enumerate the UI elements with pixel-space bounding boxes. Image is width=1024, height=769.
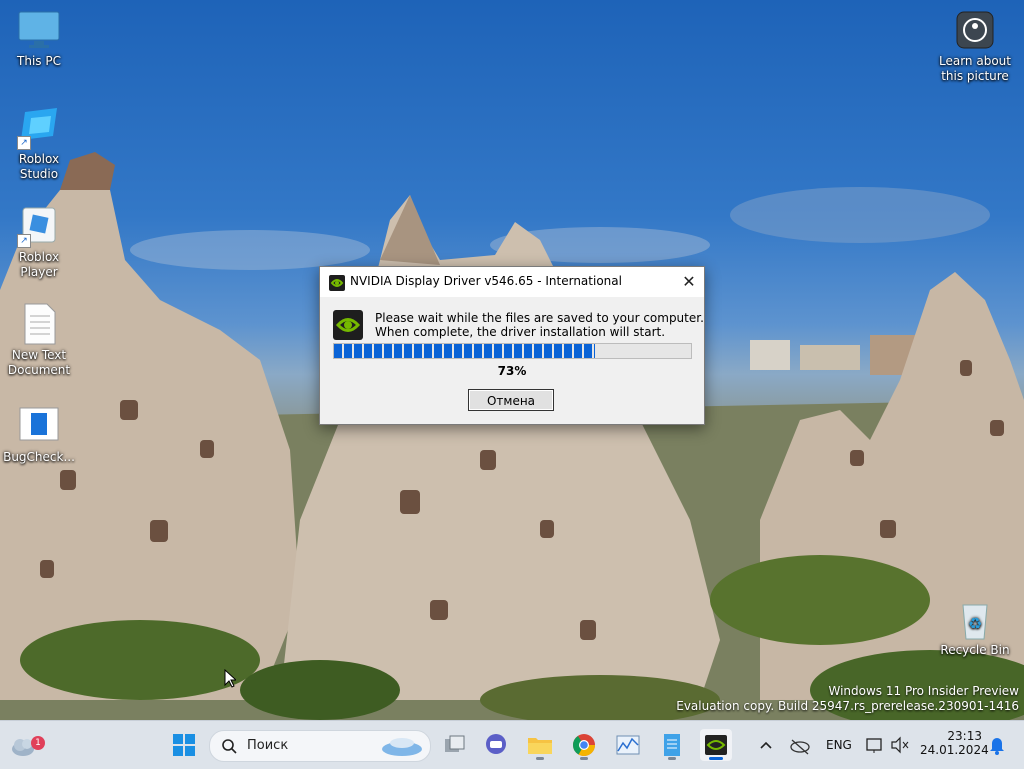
- clock-time: 23:13: [947, 729, 982, 743]
- text-document-icon: [17, 302, 61, 346]
- windows-watermark: Windows 11 Pro Insider Preview Evaluatio…: [676, 684, 1019, 714]
- desktop-icon-label: Learn about this picture: [939, 54, 1011, 83]
- teams-chat-button[interactable]: [480, 729, 512, 761]
- desktop-icon-label: Roblox Studio: [18, 152, 60, 181]
- performance-monitor-icon: [616, 735, 640, 755]
- nvidia-logo-icon: [329, 275, 345, 291]
- dialog-message: Please wait while the files are saved to…: [375, 311, 704, 339]
- start-button[interactable]: [168, 729, 200, 761]
- bugcheck-app-icon: [17, 404, 61, 448]
- desktop-icon-roblox-player[interactable]: ↗ Roblox Player: [0, 204, 78, 280]
- show-hidden-icons-button[interactable]: [752, 729, 780, 761]
- volume-button[interactable]: [888, 729, 912, 761]
- taskbar-search[interactable]: Поиск: [209, 730, 431, 762]
- desktop-icon-new-text-document[interactable]: New Text Document: [0, 302, 78, 378]
- file-explorer-button[interactable]: [524, 729, 556, 761]
- cancel-button[interactable]: Отмена: [468, 389, 554, 411]
- nvidia-installer-button[interactable]: [700, 729, 732, 761]
- onedrive-button[interactable]: [786, 729, 814, 761]
- nvidia-installer-dialog: NVIDIA Display Driver v546.65 - Internat…: [319, 266, 705, 425]
- search-placeholder: Поиск: [247, 738, 289, 753]
- running-indicator: [536, 757, 544, 760]
- progress-bar-fill: [334, 344, 595, 358]
- chat-icon: [486, 734, 506, 754]
- running-indicator: [668, 757, 676, 760]
- windows-logo-icon: [173, 734, 195, 756]
- dialog-titlebar[interactable]: NVIDIA Display Driver v546.65 - Internat…: [320, 267, 704, 297]
- dialog-title: NVIDIA Display Driver v546.65 - Internat…: [350, 274, 622, 288]
- desktop-icon-this-pc[interactable]: This PC: [0, 8, 78, 69]
- bell-icon: [990, 738, 1004, 755]
- notification-badge: 1: [31, 736, 45, 750]
- clock[interactable]: 23:13 24.01.2024: [920, 729, 989, 757]
- running-indicator: [580, 757, 588, 760]
- chevron-up-icon: [760, 741, 772, 749]
- mouse-cursor-icon: [224, 669, 236, 688]
- running-indicator: [709, 757, 723, 760]
- clock-date: 24.01.2024: [920, 743, 989, 757]
- dialog-message-line2: When complete, the driver installation w…: [375, 325, 666, 339]
- search-highlight-icon: [382, 738, 422, 756]
- watermark-line1: Windows 11 Pro Insider Preview: [828, 684, 1019, 698]
- network-icon: [866, 738, 882, 753]
- taskbar: 1 Поиск ENG 23:13 24.01.2024: [0, 720, 1024, 769]
- desktop-icon-label: BugCheck...: [3, 450, 75, 464]
- search-icon: [222, 739, 237, 754]
- notepad-button[interactable]: [656, 729, 688, 761]
- desktop-icon-learn-about-picture[interactable]: Learn about this picture: [936, 8, 1014, 84]
- shortcut-arrow-icon: ↗: [17, 234, 31, 248]
- nvidia-logo-icon: [333, 310, 363, 340]
- roblox-studio-icon: ↗: [17, 106, 61, 150]
- network-button[interactable]: [862, 729, 886, 761]
- chrome-button[interactable]: [568, 729, 600, 761]
- spotlight-camera-icon: [953, 8, 997, 52]
- close-button[interactable]: ✕: [674, 267, 704, 297]
- watermark-line2: Evaluation copy. Build 25947.rs_prerelea…: [676, 699, 1019, 713]
- progress-bar: [333, 343, 692, 359]
- desktop-icon-label: This PC: [17, 54, 61, 68]
- onedrive-cloud-icon: [790, 739, 810, 755]
- desktop-icon-recycle-bin[interactable]: ♻ Recycle Bin: [936, 597, 1014, 658]
- system-monitor-button[interactable]: [612, 729, 644, 761]
- desktop-icon-bugcheck[interactable]: BugCheck...: [0, 404, 78, 465]
- progress-percent-label: 73%: [497, 364, 527, 378]
- speaker-muted-icon: [891, 736, 909, 754]
- recycle-bin-icon: ♻: [953, 597, 997, 641]
- dialog-message-line1: Please wait while the files are saved to…: [375, 311, 704, 325]
- desktop-icon-label: Roblox Player: [18, 250, 60, 279]
- desktop-icon-label: New Text Document: [7, 348, 71, 377]
- weather-widget[interactable]: 1: [8, 729, 45, 761]
- roblox-player-icon: ↗: [17, 204, 61, 248]
- close-icon: ✕: [682, 272, 696, 291]
- monitor-icon: [17, 8, 61, 52]
- shortcut-arrow-icon: ↗: [17, 136, 31, 150]
- task-view-button[interactable]: [438, 729, 470, 761]
- svg-text:♻: ♻: [968, 614, 982, 633]
- notifications-button[interactable]: [986, 729, 1008, 761]
- input-language-indicator[interactable]: ENG: [826, 738, 852, 752]
- task-view-icon: [445, 735, 465, 752]
- desktop-icon-label: Recycle Bin: [940, 643, 1010, 657]
- desktop-icon-roblox-studio[interactable]: ↗ Roblox Studio: [0, 106, 78, 182]
